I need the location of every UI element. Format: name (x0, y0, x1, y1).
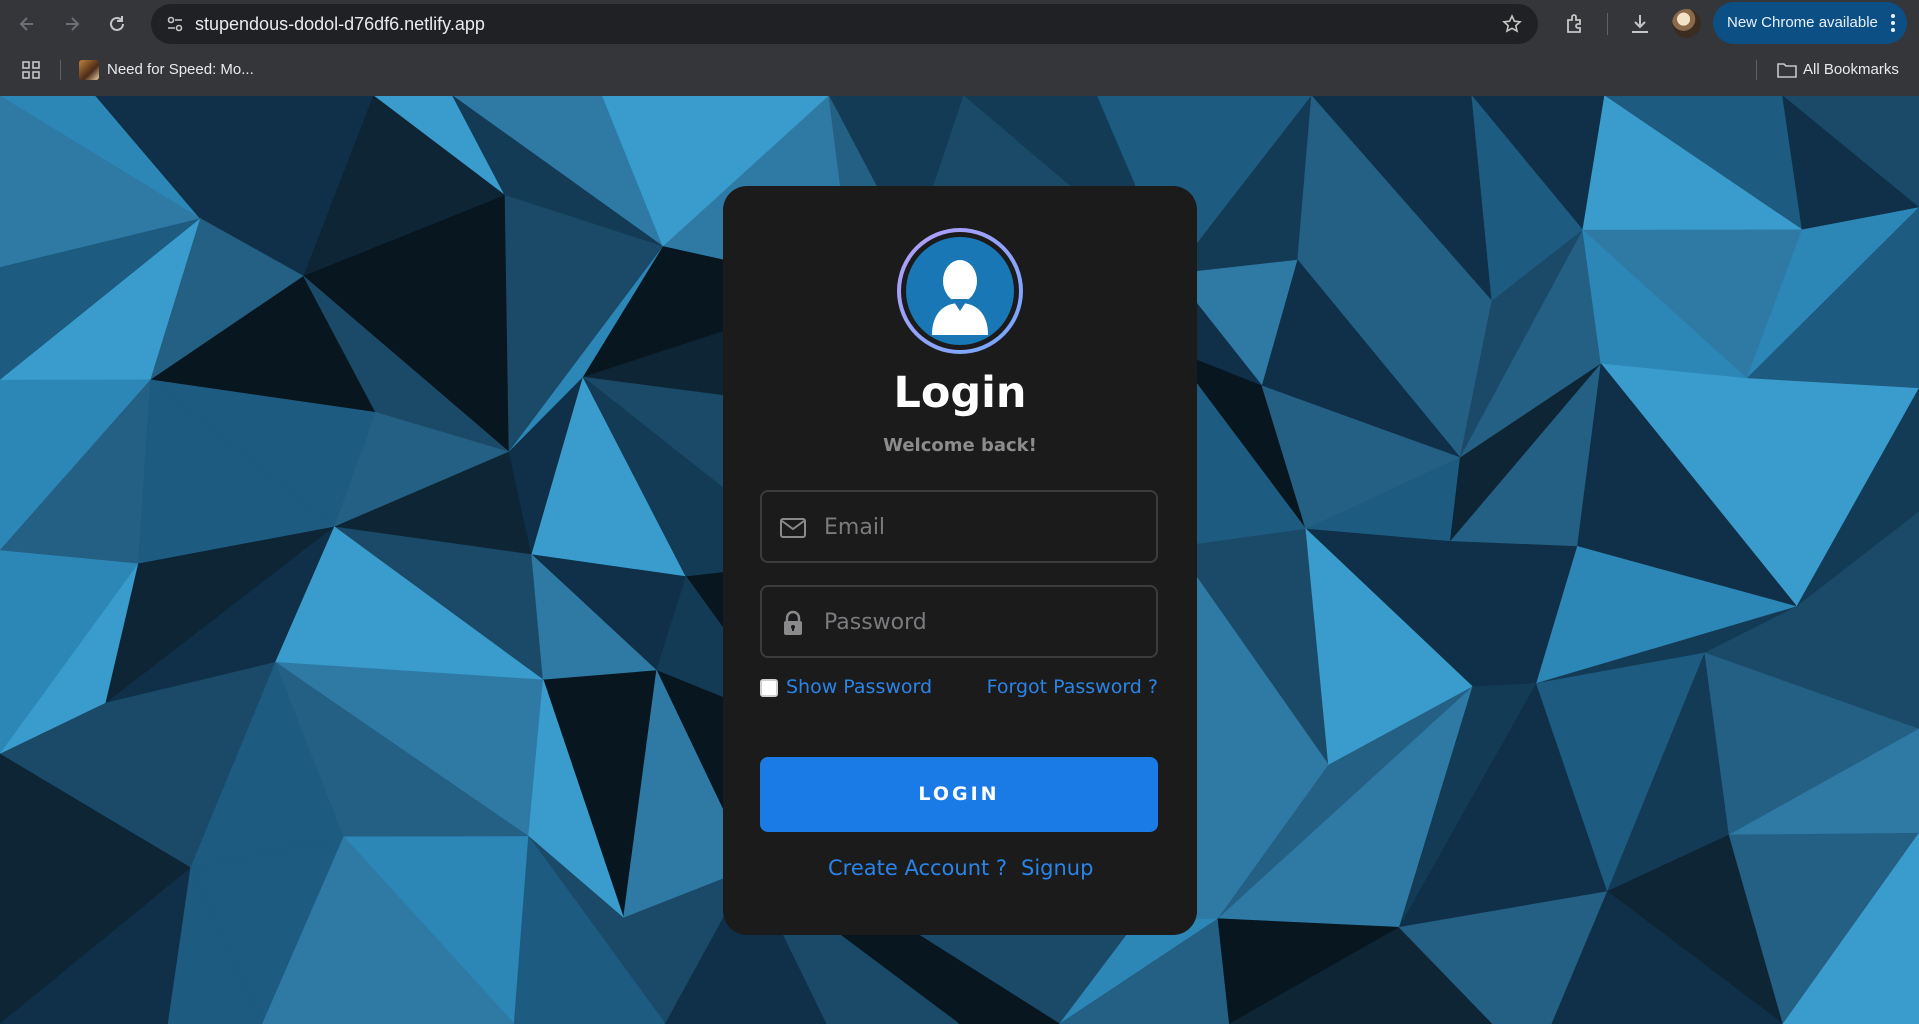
page-title: Login (893, 368, 1027, 418)
back-icon (19, 17, 33, 31)
extensions-icon[interactable] (1563, 12, 1587, 36)
page-viewport: Login Welcome back! Show Password Forgot… (0, 96, 1919, 1024)
page-subtitle: Welcome back! (883, 435, 1037, 456)
bookmarks-bar: Need for Speed: Mo... All Bookmarks (0, 47, 1919, 96)
bookmark-star-icon[interactable] (1502, 14, 1522, 34)
all-bookmarks-label: All Bookmarks (1803, 61, 1899, 78)
forward-button[interactable] (57, 9, 87, 39)
bookmark-favicon (79, 60, 99, 80)
downloads-icon[interactable] (1628, 12, 1652, 36)
folder-icon (1777, 63, 1797, 78)
browser-toolbar: stupendous-dodol-d76df6.netlify.app New … (0, 0, 1919, 47)
bookmark-label: Need for Speed: Mo... (107, 61, 254, 78)
toolbar-divider (1607, 13, 1608, 35)
lock-icon (784, 610, 802, 635)
reload-icon (110, 16, 124, 31)
profile-avatar[interactable] (1672, 9, 1701, 38)
avatar-ring (897, 228, 1023, 354)
back-button[interactable] (12, 9, 42, 39)
login-card: Login Welcome back! Show Password Forgot… (723, 186, 1197, 935)
forgot-password-link[interactable]: Forgot Password ? (987, 676, 1158, 698)
email-field[interactable] (760, 490, 1158, 563)
login-options: Show Password Forgot Password ? (760, 676, 1158, 702)
new-chrome-available-button[interactable]: New Chrome available (1713, 2, 1907, 44)
update-label: New Chrome available (1727, 14, 1878, 31)
login-button[interactable]: LOGIN (760, 757, 1158, 832)
show-password-checkbox[interactable] (760, 679, 778, 697)
user-avatar (906, 237, 1014, 345)
url-text[interactable]: stupendous-dodol-d76df6.netlify.app (195, 4, 485, 44)
address-bar[interactable]: stupendous-dodol-d76df6.netlify.app (151, 4, 1538, 44)
reload-button[interactable] (102, 9, 132, 39)
password-field[interactable] (760, 585, 1158, 658)
more-menu-icon[interactable] (1891, 13, 1895, 33)
signup-row: Create Account ? Signup (723, 856, 1197, 886)
signup-link[interactable]: Signup (1021, 856, 1093, 880)
show-password-label[interactable]: Show Password (786, 676, 932, 698)
mail-icon (780, 518, 806, 538)
user-icon (932, 260, 988, 335)
create-account-text[interactable]: Create Account ? (828, 856, 1007, 880)
bookmarks-divider (60, 60, 61, 80)
site-info-icon[interactable] (165, 14, 185, 34)
forward-icon (66, 17, 80, 31)
apps-grid-icon[interactable] (22, 61, 40, 79)
bookmarks-divider-right (1756, 60, 1757, 80)
email-input[interactable] (822, 492, 1146, 563)
password-input[interactable] (822, 587, 1146, 658)
